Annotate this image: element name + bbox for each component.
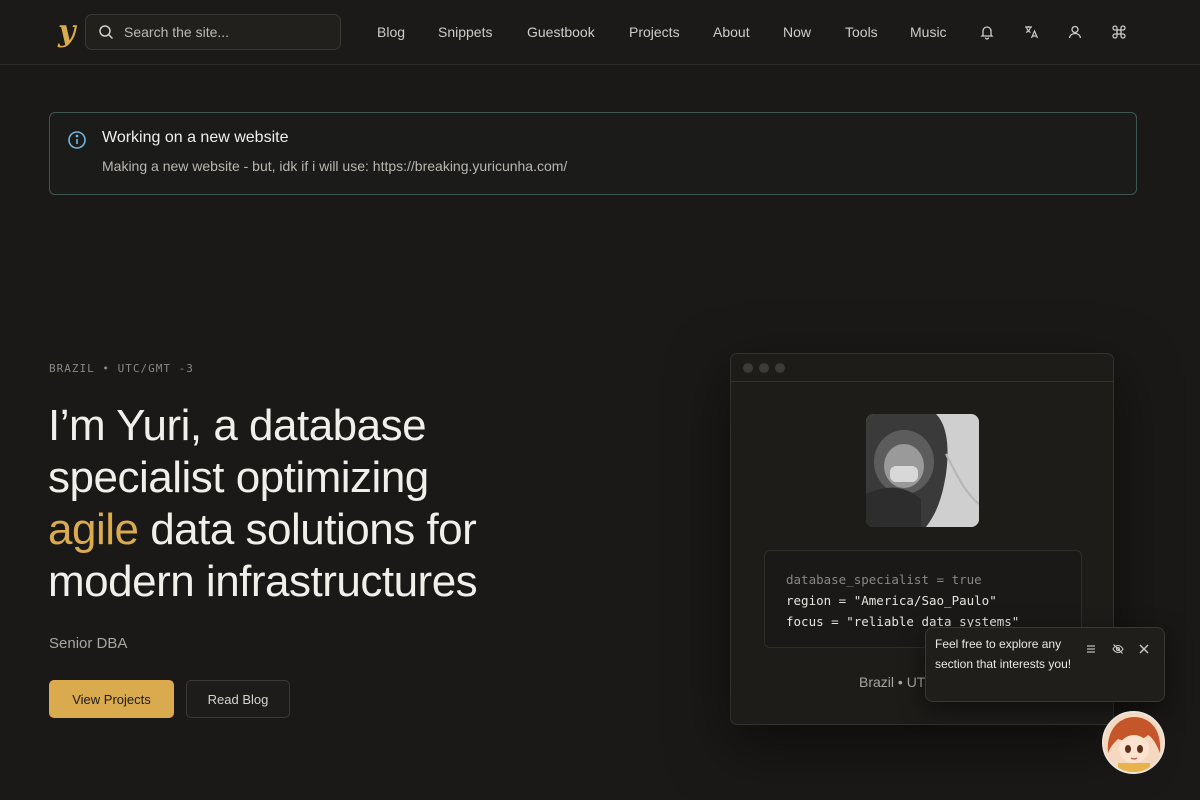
announcement-banner: Working on a new website Making a new we… [49,112,1137,195]
nav-snippets[interactable]: Snippets [438,22,492,42]
window-dot [743,363,753,373]
assistant-chat-bubble: Feel free to explore any section that in… [925,627,1165,702]
bell-icon[interactable] [976,21,998,43]
nav-blog[interactable]: Blog [377,22,405,42]
search-icon [99,25,114,40]
search-input[interactable] [124,24,324,40]
location-eyebrow: BRAZIL • UTC/GMT -3 [49,362,194,375]
hide-icon[interactable] [1110,641,1126,657]
nav-music[interactable]: Music [910,22,947,42]
code-line: database_specialist = true [786,572,982,587]
headline-line-3: data solutions for [138,505,477,554]
search-box[interactable] [85,14,341,50]
window-dot [775,363,785,373]
window-dot [759,363,769,373]
nav-tools[interactable]: Tools [845,22,878,42]
view-projects-button[interactable]: View Projects [49,680,174,718]
code-line: region = "America/Sao_Paulo" [786,593,997,608]
notice-body: Making a new website - but, idk if i wil… [102,158,568,174]
read-blog-button[interactable]: Read Blog [186,680,290,718]
nav-projects[interactable]: Projects [629,22,680,42]
hero-headline: I’m Yuri, a database specialist optimizi… [48,400,568,608]
command-icon[interactable] [1108,21,1130,43]
card-location: Brazil • UTC [859,674,936,690]
nav-now[interactable]: Now [783,22,811,42]
info-icon [68,131,86,149]
user-icon[interactable] [1064,21,1086,43]
assistant-avatar[interactable] [1102,711,1165,774]
job-title: Senior DBA [49,635,128,652]
translate-icon[interactable] [1020,21,1042,43]
site-logo[interactable]: y [58,15,80,49]
nav-guestbook[interactable]: Guestbook [527,22,595,42]
notice-title: Working on a new website [102,129,289,146]
site-header: y Blog Snippets Guestbook Projects About… [0,0,1200,65]
headline-accent: agile [48,505,139,554]
headline-line-2: specialist optimizing [48,453,429,502]
window-titlebar [731,354,1113,382]
menu-icon[interactable] [1083,641,1099,657]
nav-about[interactable]: About [713,22,750,42]
chat-message: Feel free to explore any section that in… [935,637,1072,671]
close-icon[interactable] [1136,641,1152,657]
headline-line-4: modern infrastructures [48,557,478,606]
headline-line-1: I’m Yuri, a database [48,401,427,450]
profile-photo [866,414,979,527]
